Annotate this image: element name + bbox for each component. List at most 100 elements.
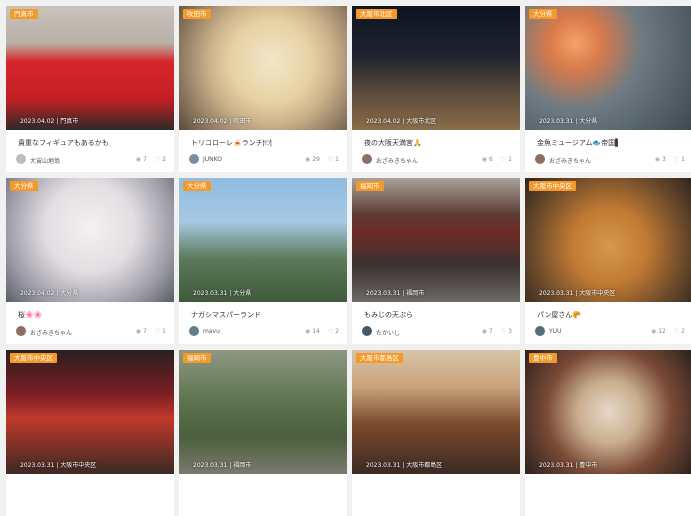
heart-icon[interactable]: ♡ — [501, 328, 506, 335]
post-card[interactable]: 門真市 2023.04.02 | 門真市 貴重なフィギュアもあるかも 大宙山地翁… — [6, 6, 174, 172]
view-count: 6 — [489, 156, 493, 163]
avatar[interactable] — [535, 326, 545, 336]
post-date: 2023.04.02 | 吹田市 — [193, 118, 252, 125]
post-title: ナガシマスパーランド — [191, 311, 261, 319]
heart-icon[interactable]: ♡ — [155, 156, 160, 163]
view-count: 7 — [143, 156, 147, 163]
post-stats: ◉ 7 ♡ 2 — [136, 156, 166, 163]
eye-icon: ◉ — [481, 156, 488, 163]
author-name[interactable]: たかいし — [376, 328, 400, 337]
post-date: 2023.03.31 | 大阪市中央区 — [20, 462, 97, 469]
avatar[interactable] — [362, 154, 372, 164]
post-stats: ◉ 6 ♡ 1 — [482, 156, 512, 163]
author-name[interactable]: 大宙山地翁 — [30, 156, 60, 165]
post-photo[interactable]: 大分県 2023.03.31 | 大分県 — [179, 178, 347, 302]
eye-icon: ◉ — [135, 328, 142, 335]
post-meta: おざみきちゃん ◉ 6 ♡ 1 — [362, 154, 512, 166]
post-date: 2023.03.31 | 福岡市 — [366, 290, 425, 297]
post-meta: YUU ◉ 12 ♡ 2 — [535, 326, 685, 338]
eye-icon: ◉ — [135, 156, 142, 163]
area-badge: 門真市 — [10, 9, 38, 19]
author-name[interactable]: YUU — [549, 328, 561, 335]
post-date: 2023.03.31 | 大分県 — [539, 118, 598, 125]
post-title: 桜🌸🌸 — [18, 311, 43, 319]
post-date: 2023.04.02 | 大分県 — [20, 290, 79, 297]
eye-icon: ◉ — [304, 328, 311, 335]
post-photo[interactable]: 大阪市中央区 2023.03.31 | 大阪市中央区 — [6, 350, 174, 474]
post-stats: ◉ 3 ♡ 1 — [655, 156, 685, 163]
post-meta: たかいし ◉ 7 ♡ 3 — [362, 326, 512, 338]
post-card[interactable]: 吹田市 2023.04.02 | 吹田市 トリコローレ🍝ランチ🍽 JUNKO ◉… — [179, 6, 347, 172]
post-card[interactable]: 福岡市 2023.03.31 | 福岡市 もみじの天ぷら たかいし ◉ 7 ♡ 3 — [352, 178, 520, 344]
post-photo[interactable]: 大阪市中央区 2023.03.31 | 大阪市中央区 — [525, 178, 691, 302]
heart-icon[interactable]: ♡ — [501, 156, 506, 163]
post-photo[interactable]: 大分県 2023.03.31 | 大分県 — [525, 6, 691, 130]
view-count: 29 — [312, 156, 320, 163]
avatar[interactable] — [189, 154, 199, 164]
post-card[interactable]: 大阪市中央区 2023.03.31 | 大阪市中央区 パン屋さん🥐 YUU ◉ 1… — [525, 178, 691, 344]
heart-icon[interactable]: ♡ — [328, 156, 333, 163]
post-photo[interactable]: 大阪市北区 2023.04.02 | 大阪市北区 — [352, 6, 520, 130]
post-meta: おざみきちゃん ◉ 7 ♡ 1 — [16, 326, 166, 338]
post-stats: ◉ 29 ♡ 1 — [305, 156, 339, 163]
eye-icon: ◉ — [650, 328, 657, 335]
post-grid: 門真市 2023.04.02 | 門真市 貴重なフィギュアもあるかも 大宙山地翁… — [6, 6, 691, 516]
author-name[interactable]: mavu — [203, 328, 220, 335]
view-count: 12 — [658, 328, 666, 335]
view-count: 7 — [489, 328, 493, 335]
area-badge: 福岡市 — [183, 353, 211, 363]
like-count: 1 — [335, 156, 339, 163]
post-photo[interactable]: 大阪市都島区 2023.03.31 | 大阪市都島区 — [352, 350, 520, 474]
like-count: 1 — [162, 328, 166, 335]
post-title: 夜の大阪天満宮🙏 — [364, 139, 422, 147]
post-stats: ◉ 7 ♡ 1 — [136, 328, 166, 335]
post-stats: ◉ 12 ♡ 2 — [651, 328, 685, 335]
post-meta: 大宙山地翁 ◉ 7 ♡ 2 — [16, 154, 166, 166]
like-count: 3 — [508, 328, 512, 335]
post-date: 2023.03.31 | 豊中市 — [539, 462, 598, 469]
post-card[interactable]: 大分県 2023.04.02 | 大分県 桜🌸🌸 おざみきちゃん ◉ 7 ♡ 1 — [6, 178, 174, 344]
post-photo[interactable]: 豊中市 2023.03.31 | 豊中市 — [525, 350, 691, 474]
author-name[interactable]: おざみきちゃん — [549, 156, 591, 165]
avatar[interactable] — [189, 326, 199, 336]
avatar[interactable] — [362, 326, 372, 336]
post-card[interactable]: 大阪市北区 2023.04.02 | 大阪市北区 夜の大阪天満宮🙏 おざみきちゃ… — [352, 6, 520, 172]
post-card[interactable]: 大分県 2023.03.31 | 大分県 金魚ミュージアム🐟帝国▌ おざみきちゃ… — [525, 6, 691, 172]
post-meta: JUNKO ◉ 29 ♡ 1 — [189, 154, 339, 166]
post-meta: mavu ◉ 14 ♡ 2 — [189, 326, 339, 338]
post-title: トリコローレ🍝ランチ🍽 — [191, 139, 272, 147]
area-badge: 吹田市 — [183, 9, 211, 19]
like-count: 1 — [681, 156, 685, 163]
post-date: 2023.03.31 | 福岡市 — [193, 462, 252, 469]
post-photo[interactable]: 門真市 2023.04.02 | 門真市 — [6, 6, 174, 130]
author-name[interactable]: JUNKO — [203, 156, 222, 163]
post-meta: おざみきちゃん ◉ 3 ♡ 1 — [535, 154, 685, 166]
heart-icon[interactable]: ♡ — [328, 328, 333, 335]
area-badge: 大阪市都島区 — [356, 353, 403, 363]
avatar[interactable] — [16, 154, 26, 164]
area-badge: 豊中市 — [529, 353, 557, 363]
author-name[interactable]: おざみきちゃん — [376, 156, 418, 165]
post-card[interactable]: 豊中市 2023.03.31 | 豊中市 ◉ ♡ — [525, 350, 691, 516]
heart-icon[interactable]: ♡ — [674, 328, 679, 335]
post-card[interactable]: 福岡市 2023.03.31 | 福岡市 ◉ ♡ — [179, 350, 347, 516]
post-photo[interactable]: 吹田市 2023.04.02 | 吹田市 — [179, 6, 347, 130]
post-date: 2023.03.31 | 大阪市都島区 — [366, 462, 443, 469]
heart-icon[interactable]: ♡ — [155, 328, 160, 335]
post-photo[interactable]: 福岡市 2023.03.31 | 福岡市 — [179, 350, 347, 474]
post-photo[interactable]: 福岡市 2023.03.31 | 福岡市 — [352, 178, 520, 302]
post-card[interactable]: 大阪市都島区 2023.03.31 | 大阪市都島区 ◉ ♡ — [352, 350, 520, 516]
post-date: 2023.03.31 | 大阪市中央区 — [539, 290, 616, 297]
avatar[interactable] — [535, 154, 545, 164]
avatar[interactable] — [16, 326, 26, 336]
area-badge: 大阪市中央区 — [529, 181, 576, 191]
area-badge: 大阪市北区 — [356, 9, 397, 19]
post-card[interactable]: 大分県 2023.03.31 | 大分県 ナガシマスパーランド mavu ◉ 14… — [179, 178, 347, 344]
post-photo[interactable]: 大分県 2023.04.02 | 大分県 — [6, 178, 174, 302]
view-count: 14 — [312, 328, 320, 335]
post-card[interactable]: 大阪市中央区 2023.03.31 | 大阪市中央区 ◉ ♡ — [6, 350, 174, 516]
author-name[interactable]: おざみきちゃん — [30, 328, 72, 337]
area-badge: 大分県 — [10, 181, 38, 191]
post-title: もみじの天ぷら — [364, 311, 413, 319]
heart-icon[interactable]: ♡ — [674, 156, 679, 163]
